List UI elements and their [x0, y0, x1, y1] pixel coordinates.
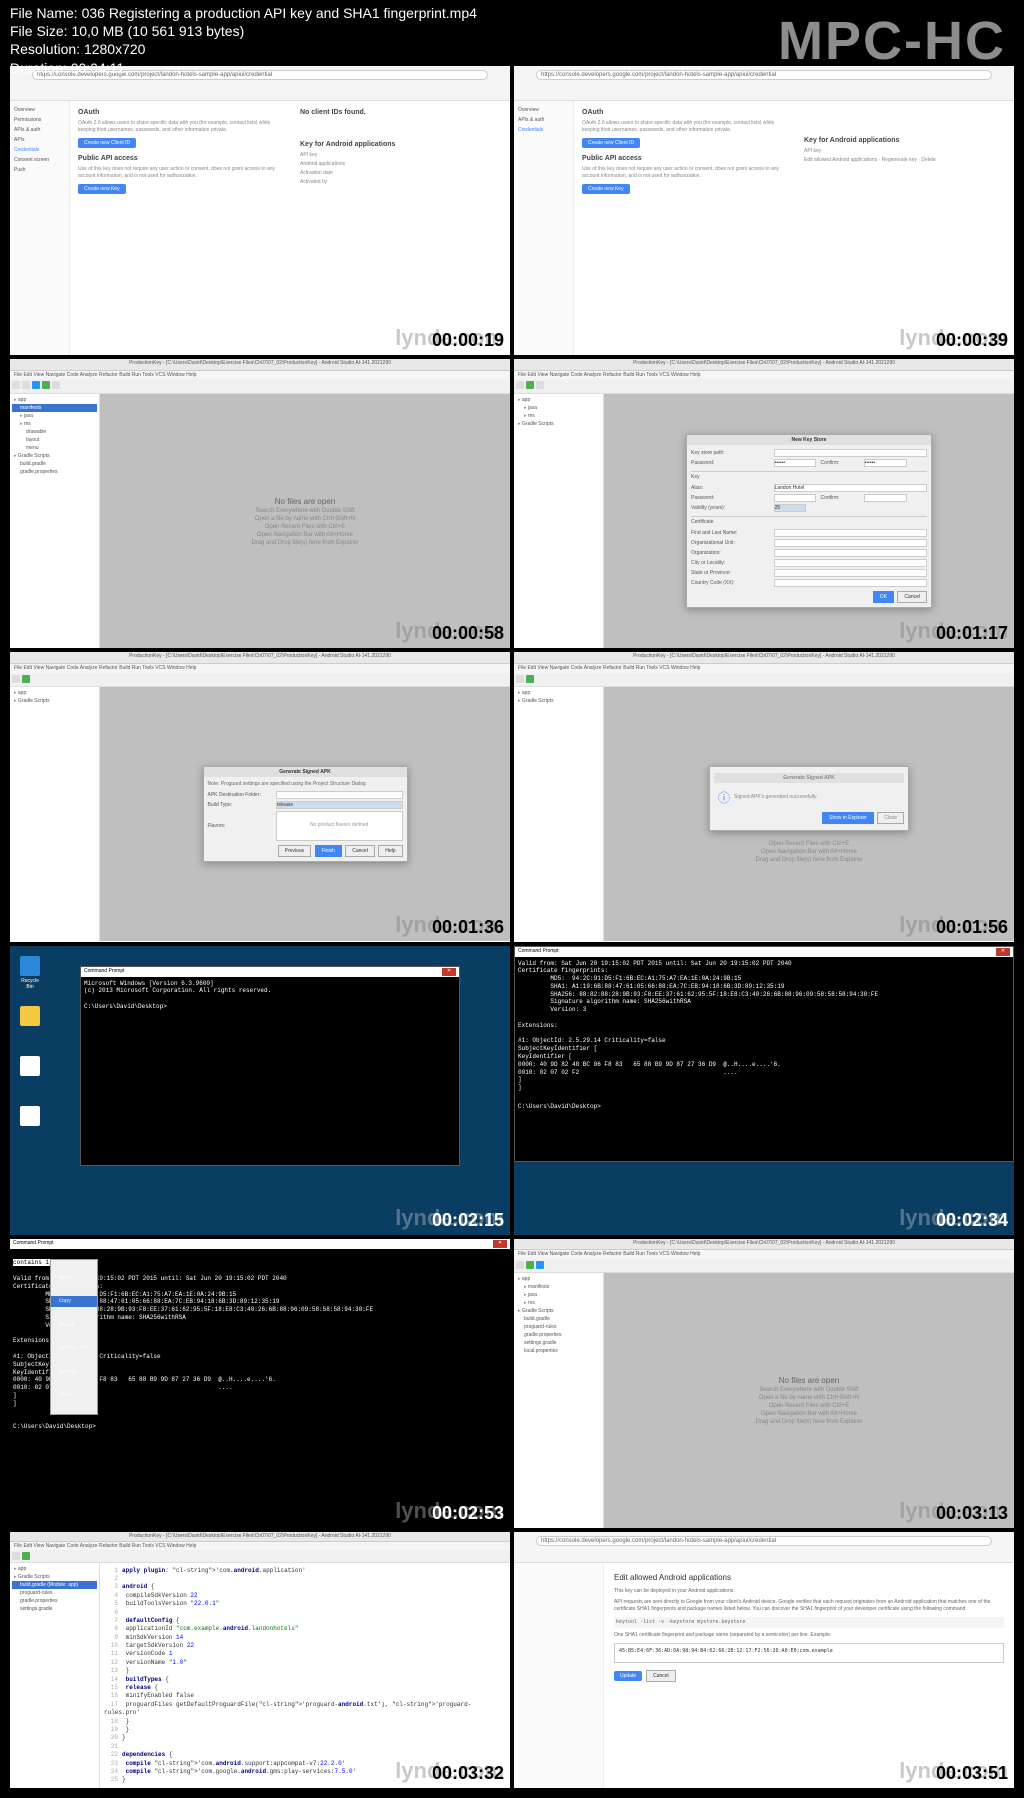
no-files-panel: No files are open Search Everywhere with… [251, 495, 358, 548]
context-menu[interactable]: Mark Copy Paste Select All Scroll Find..… [50, 1259, 98, 1415]
create-key-button[interactable]: Create new Key [78, 184, 126, 194]
recycle-bin-icon[interactable]: Recycle Bin [18, 956, 42, 990]
thumbnail-6[interactable]: ProductionKey - [C:\Users\David\Desktop\… [514, 652, 1014, 941]
console-sidebar: Overview Permissions APIs & auth APIs Cr… [10, 101, 70, 355]
ok-button[interactable]: OK [873, 591, 894, 603]
file-icon[interactable] [18, 1106, 42, 1128]
finish-button[interactable]: Finish [315, 845, 342, 857]
project-tree[interactable]: app manifests java res drawable layout m… [10, 394, 100, 648]
console-main: OAuth OAuth 2.0 allows users to share sp… [70, 101, 510, 355]
file-info-overlay: File Name: 036 Registering a production … [10, 4, 477, 77]
thumbnail-5[interactable]: ProductionKey - [C:\Users\David\Desktop\… [10, 652, 510, 941]
player-watermark: MPC-HC [778, 10, 1006, 72]
thumbnail-2[interactable]: https://console.developers.google.com/pr… [514, 66, 1014, 355]
thumbnail-grid: https://console.developers.google.com/pr… [10, 66, 1014, 1788]
success-dialog: Generate Signed APK ⓘ Signed APK's gener… [709, 766, 909, 831]
close-icon[interactable]: ✕ [442, 968, 456, 976]
thumbnail-1[interactable]: https://console.developers.google.com/pr… [10, 66, 510, 355]
cancel-button[interactable]: Cancel [646, 1670, 676, 1682]
update-button[interactable]: Update [614, 1671, 642, 1681]
create-client-button[interactable]: Create new Client ID [78, 138, 136, 148]
thumbnail-8[interactable]: Command Prompt✕ Valid from: Sat Jun 20 1… [514, 946, 1014, 1235]
signed-apk-dialog: Generate Signed APK Note: Proguard setti… [203, 766, 408, 862]
keystore-dialog: New Key Store Key store path: Password:•… [686, 434, 932, 608]
thumbnail-3[interactable]: ProductionKey - [C:\Users\David\Desktop\… [10, 359, 510, 648]
thumbnail-11[interactable]: ProductionKey - [C:\Users\David\Desktop\… [10, 1532, 510, 1788]
sha1-input[interactable]: 45:B5:E4:6F:36:AD:0A:98:94:B4:02:66:2B:1… [614, 1643, 1004, 1663]
info-icon: ⓘ [718, 789, 730, 806]
code-editor[interactable]: 1apply plugin: "cl-string">'com.android.… [100, 1563, 510, 1788]
close-icon[interactable]: ✕ [996, 948, 1010, 956]
cancel-button[interactable]: Cancel [897, 591, 927, 603]
thumbnail-9[interactable]: Command Prompt✕ contains 1 entry Valid f… [10, 1239, 510, 1528]
thumbnail-4[interactable]: ProductionKey - [C:\Users\David\Desktop\… [514, 359, 1014, 648]
close-icon[interactable]: ✕ [493, 1240, 507, 1248]
thumbnail-12[interactable]: https://console.developers.google.com/pr… [514, 1532, 1014, 1788]
command-prompt[interactable]: Command Prompt✕ Valid from: Sat Jun 20 1… [514, 946, 1014, 1163]
credentials-form: Edit allowed Android applications This k… [604, 1563, 1014, 1788]
show-explorer-button[interactable]: Show in Explorer [822, 812, 874, 824]
thumbnail-10[interactable]: ProductionKey - [C:\Users\David\Desktop\… [514, 1239, 1014, 1528]
folder-icon[interactable] [18, 1006, 42, 1028]
file-icon[interactable] [18, 1056, 42, 1078]
command-prompt[interactable]: Command Prompt✕ Microsoft Windows [Versi… [80, 966, 460, 1166]
windows-desktop: Recycle Bin Command Prompt✕ Microsoft Wi… [10, 946, 510, 1235]
thumbnail-7[interactable]: Recycle Bin Command Prompt✕ Microsoft Wi… [10, 946, 510, 1235]
